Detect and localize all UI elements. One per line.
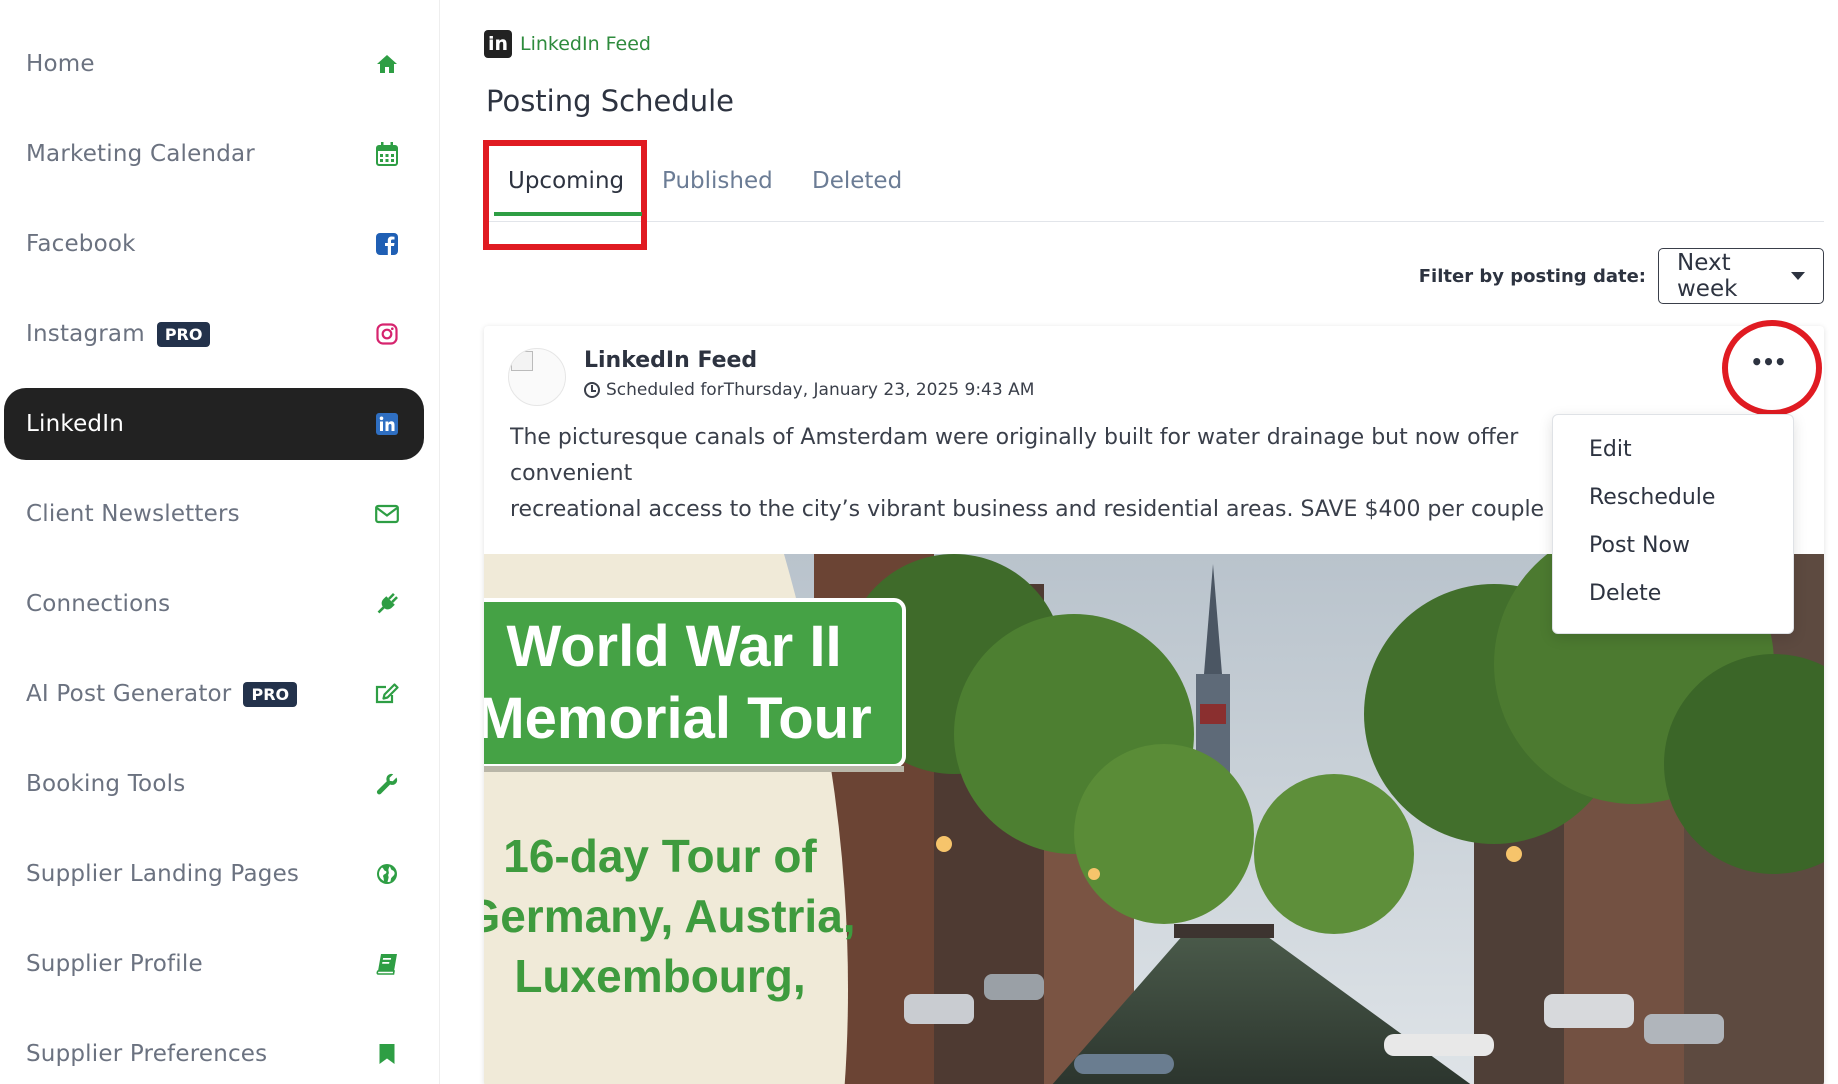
post-text: The picturesque canals of Amsterdam were…	[510, 425, 1545, 522]
breadcrumb-link[interactable]: LinkedIn Feed	[520, 33, 651, 55]
annotation-highlight-box	[483, 140, 647, 250]
calendar-icon	[374, 141, 400, 167]
sidebar-item-label: Home	[26, 51, 95, 77]
tab-bar: Upcoming Published Deleted	[483, 140, 1824, 250]
breadcrumb: in LinkedIn Feed	[484, 30, 651, 58]
sidebar-item-home[interactable]: Home	[4, 28, 424, 100]
filter-label: Filter by posting date:	[1418, 265, 1646, 287]
tab-upcoming[interactable]: Upcoming	[508, 168, 624, 194]
menu-item-delete[interactable]: Delete	[1553, 569, 1793, 617]
sidebar-item-label: Instagram	[26, 321, 145, 347]
linkedin-icon	[374, 411, 400, 437]
annotation-highlight-circle	[1722, 320, 1822, 416]
bookmark-icon	[374, 1041, 400, 1067]
sidebar-item-label: Connections	[26, 591, 171, 617]
avatar	[508, 348, 566, 406]
sidebar-item-label: Booking Tools	[26, 771, 186, 797]
plug-icon	[374, 591, 400, 617]
pro-badge: PRO	[156, 321, 211, 347]
tab-published[interactable]: Published	[662, 168, 773, 194]
sidebar-item-label: Supplier Profile	[26, 951, 203, 977]
envelope-icon	[374, 501, 400, 527]
pro-badge: PRO	[243, 681, 298, 707]
sidebar-item-label: AI Post Generator	[26, 681, 232, 707]
active-tab-indicator	[494, 212, 642, 216]
post-author: LinkedIn Feed	[584, 348, 758, 373]
sidebar-item-linkedin[interactable]: LinkedIn	[4, 388, 424, 460]
sidebar-item-ai-post-generator[interactable]: AI Post Generator PRO	[4, 658, 424, 730]
sidebar-item-client-newsletters[interactable]: Client Newsletters	[4, 478, 424, 550]
sidebar-item-label: Supplier Landing Pages	[26, 861, 300, 887]
menu-item-reschedule[interactable]: Reschedule	[1553, 473, 1793, 521]
sidebar-item-supplier-preferences[interactable]: Supplier Preferences	[4, 1018, 424, 1084]
home-icon	[374, 51, 400, 77]
globe-icon	[374, 861, 400, 887]
sidebar-item-instagram[interactable]: Instagram PRO	[4, 298, 424, 370]
broken-image-icon	[511, 351, 533, 371]
sidebar-item-label: LinkedIn	[26, 411, 124, 437]
sidebar-item-label: Facebook	[26, 231, 136, 257]
post-schedule-text: Scheduled forThursday, January 23, 2025 …	[606, 380, 1035, 400]
sidebar-item-booking-tools[interactable]: Booking Tools	[4, 748, 424, 820]
sidebar-item-label: Marketing Calendar	[26, 141, 255, 167]
post-schedule: Scheduled forThursday, January 23, 2025 …	[584, 380, 1034, 400]
page-title: Posting Schedule	[486, 84, 735, 118]
banner-line-1: World War II	[506, 614, 841, 679]
subtitle-line-3: Luxembourg,	[514, 950, 805, 1002]
caret-down-icon	[1791, 272, 1805, 280]
edit-icon	[374, 681, 400, 707]
sidebar-item-label: Supplier Preferences	[26, 1041, 268, 1067]
sidebar-item-supplier-profile[interactable]: Supplier Profile	[4, 928, 424, 1000]
facebook-icon	[374, 231, 400, 257]
linkedin-logo-icon: in	[484, 30, 512, 58]
sidebar-item-marketing-calendar[interactable]: Marketing Calendar	[4, 118, 424, 190]
sidebar-item-supplier-landing-pages[interactable]: Supplier Landing Pages	[4, 838, 424, 910]
tab-deleted[interactable]: Deleted	[812, 168, 902, 194]
posting-date-value: Next week	[1677, 250, 1738, 302]
book-icon	[374, 951, 400, 977]
instagram-icon	[374, 321, 400, 347]
sidebar: Home Marketing Calendar Facebook Instagr…	[0, 0, 440, 1084]
subtitle-line-2: Germany, Austria,	[484, 890, 856, 942]
sidebar-item-facebook[interactable]: Facebook	[4, 208, 424, 280]
post-actions-menu: Edit Reschedule Post Now Delete	[1552, 414, 1794, 634]
banner-line-2: Memorial Tour	[484, 686, 872, 751]
posting-date-select[interactable]: Next week	[1658, 248, 1824, 304]
menu-item-edit[interactable]: Edit	[1553, 425, 1793, 473]
menu-item-post-now[interactable]: Post Now	[1553, 521, 1793, 569]
wrench-icon	[374, 771, 400, 797]
date-filter: Filter by posting date: Next week	[1419, 248, 1824, 304]
sidebar-item-connections[interactable]: Connections	[4, 568, 424, 640]
clock-icon	[584, 382, 600, 398]
sidebar-item-label: Client Newsletters	[26, 501, 240, 527]
subtitle-line-1: 16-day Tour of	[503, 830, 817, 882]
